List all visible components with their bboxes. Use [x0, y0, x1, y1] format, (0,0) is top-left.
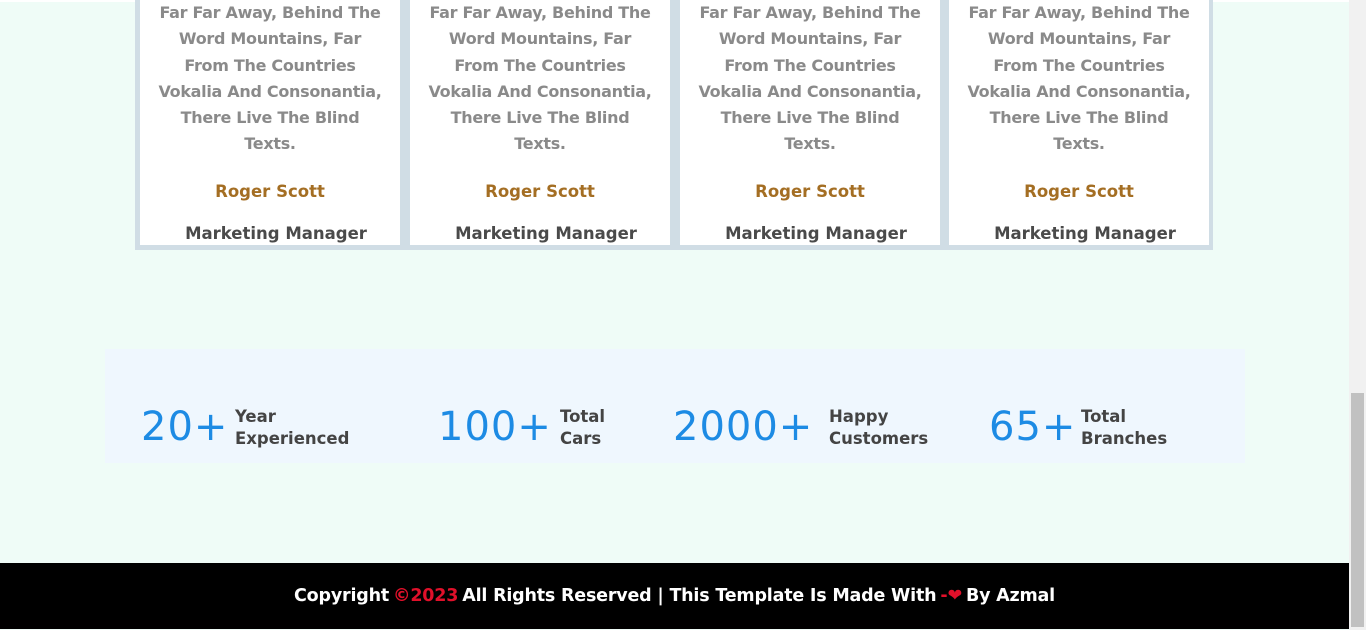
heart-icon: -❤ [940, 586, 962, 606]
testimonial-line: There Live The Blind [450, 108, 630, 128]
testimonial-line: Word Mountains, Far [718, 29, 902, 49]
testimonial-card: Far Far Away, Behind The Word Mountains,… [949, 0, 1209, 245]
testimonial-card: Far Far Away, Behind The Word Mountains,… [140, 0, 400, 245]
testimonial-line: Far Far Away, Behind The [159, 3, 381, 22]
testimonial-line: From The Countries [454, 55, 626, 75]
testimonial-line: Word Mountains, Far [987, 29, 1171, 49]
stat-label-line: Happy [829, 407, 889, 426]
stats-section: 20+ Year Experienced 100+ Total Cars 200… [105, 349, 1245, 463]
testimonial-line: From The Countries [993, 55, 1165, 75]
stat-label-line: Experienced [235, 429, 350, 448]
testimonial-line: Far Far Away, Behind The [429, 3, 651, 22]
stat-label: Happy Customers [829, 406, 928, 450]
testimonial-line: Texts. [784, 134, 836, 154]
copyright-year: ©2023 [393, 586, 459, 606]
testimonial-line: Far Far Away, Behind The [699, 3, 921, 22]
heart-dash: - [940, 586, 948, 606]
testimonial-line: Vokalia And Consonantia, [698, 81, 922, 101]
testimonial-line: From The Countries [724, 55, 896, 75]
footer: Copyright ©2023 All Rights Reserved | Th… [0, 563, 1349, 629]
scrollbar-thumb[interactable] [1351, 393, 1364, 627]
testimonial-line: Texts. [1053, 134, 1105, 154]
stat-label-line: Total [560, 407, 606, 426]
testimonial-text: Far Far Away, Behind The Word Mountains,… [965, 0, 1193, 158]
testimonial-author-name: Roger Scott [485, 182, 595, 201]
testimonial-author-role: Marketing Manager [455, 224, 637, 243]
testimonial-line: Far Far Away, Behind The [968, 3, 1190, 22]
testimonial-text: Far Far Away, Behind The Word Mountains,… [426, 0, 654, 158]
testimonial-line: There Live The Blind [180, 108, 360, 128]
testimonial-card: Far Far Away, Behind The Word Mountains,… [680, 0, 940, 245]
copyright-text: All Rights Reserved | This Template Is M… [462, 586, 937, 606]
stat-label: Total Cars [560, 406, 605, 450]
stat-number: 20+ [141, 404, 229, 450]
testimonial-author-role: Marketing Manager [725, 224, 907, 243]
stat-label-line: Year [235, 407, 276, 426]
stat-label-line: Cars [560, 429, 602, 448]
testimonial-line: Texts. [514, 134, 566, 154]
testimonial-author-role: Marketing Manager [994, 224, 1176, 243]
testimonial-author-role: Marketing Manager [185, 224, 367, 243]
testimonial-line: Vokalia And Consonantia, [428, 81, 652, 101]
stat-label-line: Total [1081, 407, 1127, 426]
stat-label: Total Branches [1081, 406, 1167, 450]
stat-label-line: Branches [1081, 429, 1168, 448]
testimonial-card: Far Far Away, Behind The Word Mountains,… [410, 0, 670, 245]
author-credit: By Azmal [965, 586, 1055, 606]
testimonial-text: Far Far Away, Behind The Word Mountains,… [156, 0, 384, 158]
copyright-prefix: Copyright [294, 586, 390, 606]
testimonial-line: Word Mountains, Far [448, 29, 632, 49]
testimonial-line: There Live The Blind [720, 108, 900, 128]
stat-number: 2000+ [673, 404, 814, 450]
testimonial-line: Word Mountains, Far [178, 29, 362, 49]
testimonial-author-name: Roger Scott [755, 182, 865, 201]
stat-label: Year Experienced [235, 406, 349, 450]
testimonial-line: There Live The Blind [989, 108, 1169, 128]
stat-label-line: Customers [829, 429, 929, 448]
testimonial-line: Vokalia And Consonantia, [158, 81, 382, 101]
testimonial-text: Far Far Away, Behind The Word Mountains,… [696, 0, 924, 158]
testimonials-section: Far Far Away, Behind The Word Mountains,… [135, 0, 1213, 250]
testimonial-author-name: Roger Scott [1024, 182, 1134, 201]
stat-number: 65+ [989, 404, 1077, 450]
page: Far Far Away, Behind The Word Mountains,… [0, 0, 1366, 630]
testimonial-author-name: Roger Scott [215, 182, 325, 201]
testimonial-line: Vokalia And Consonantia, [967, 81, 1191, 101]
testimonial-line: Texts. [244, 134, 296, 154]
stat-number: 100+ [438, 404, 552, 450]
testimonial-line: From The Countries [184, 55, 356, 75]
